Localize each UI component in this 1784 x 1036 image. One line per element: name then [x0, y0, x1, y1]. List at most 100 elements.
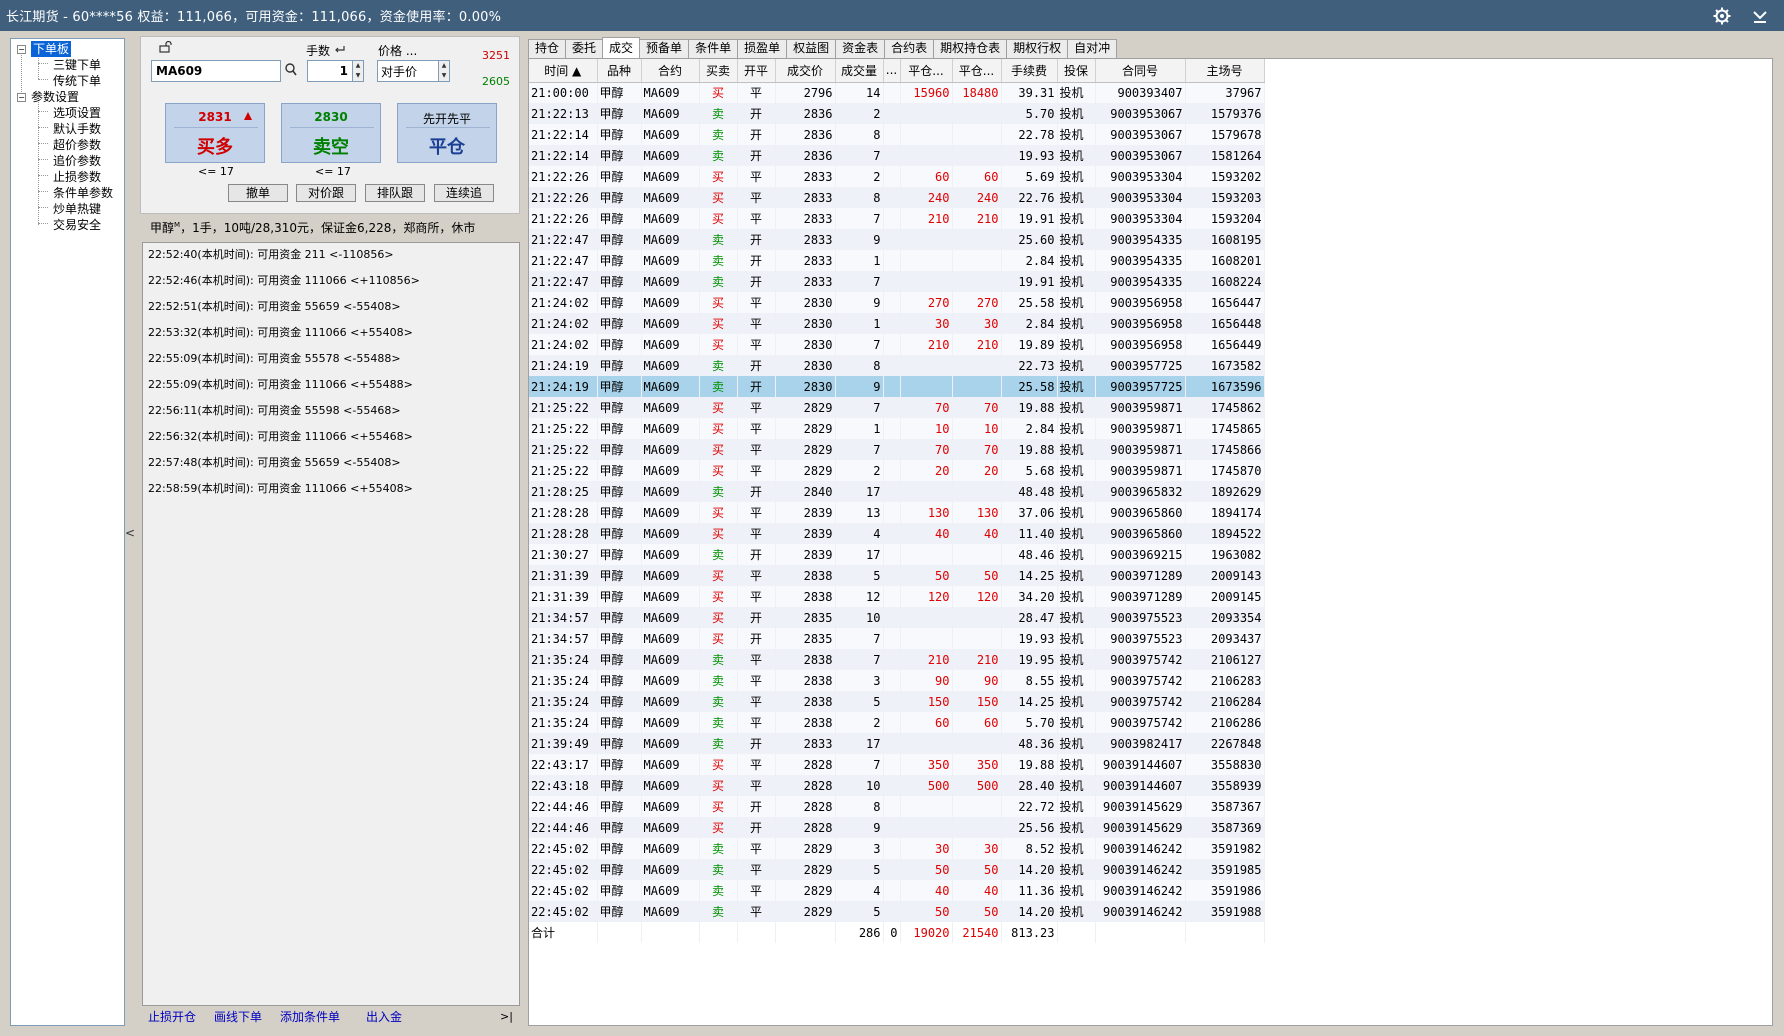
table-row[interactable]: 21:28:25 甲醇 MA609 卖开 2840 17 48.48 投机 9003965832… — [529, 481, 1265, 502]
tab-2[interactable]: 成交 — [602, 37, 641, 58]
follow-queue-price-button[interactable]: 排队跟 — [365, 184, 425, 202]
tree-node-default-qty[interactable]: 默认手数 — [11, 121, 124, 137]
tab-8[interactable]: 合约表 — [884, 39, 935, 58]
price-label[interactable]: 价格 ... — [378, 42, 417, 59]
column-header[interactable]: 品种 — [597, 59, 642, 83]
tab-0[interactable]: 持仓 — [528, 39, 567, 58]
column-header[interactable]: 成交价 — [775, 59, 836, 83]
qty-stepper[interactable]: ▲ ▼ — [352, 60, 364, 82]
stoploss-open-link[interactable]: 止损开仓 — [148, 1008, 196, 1025]
price-mode-select[interactable]: 对手价 — [377, 60, 439, 82]
column-header[interactable]: 合约 — [641, 59, 700, 83]
price-stepper[interactable]: ▲ ▼ — [438, 60, 450, 82]
unlock-icon[interactable] — [159, 40, 173, 56]
follow-counter-price-button[interactable]: 对价跟 — [296, 184, 356, 202]
tree-node-parameter-settings[interactable]: − 参数设置 — [11, 89, 124, 105]
table-row[interactable]: 22:45:02 甲醇 MA609 卖平 2829 5 50 50 14.20 投机 9003914… — [529, 901, 1265, 922]
tree-node-stoploss-params[interactable]: 止损参数 — [11, 169, 124, 185]
contract-input[interactable] — [151, 60, 281, 82]
table-row[interactable]: 21:25:22 甲醇 MA609 买平 2829 7 70 70 19.88 投机 9003959… — [529, 439, 1265, 460]
tree-node-three-key-order[interactable]: 三键下单 — [11, 57, 124, 73]
table-row[interactable]: 21:24:02 甲醇 MA609 买平 2830 1 30 30 2.84 投机 90039569… — [529, 313, 1265, 334]
table-row[interactable]: 21:22:26 甲醇 MA609 买平 2833 7 210 210 19.91 投机 90039… — [529, 208, 1265, 229]
table-row[interactable]: 22:43:17 甲醇 MA609 买平 2828 7 350 350 19.88 投机 90039… — [529, 754, 1265, 775]
tab-11[interactable]: 自对冲 — [1067, 39, 1118, 58]
collapse-icon[interactable]: − — [17, 93, 26, 102]
tab-4[interactable]: 条件单 — [688, 39, 739, 58]
table-row[interactable]: 21:22:13 甲醇 MA609 卖开 2836 2 5.70 投机 9003953067 15… — [529, 103, 1265, 124]
tab-10[interactable]: 期权行权 — [1006, 39, 1069, 58]
panel-splitter[interactable]: < — [125, 38, 135, 1028]
column-header[interactable]: 平仓... — [900, 59, 953, 83]
table-row[interactable]: 21:24:02 甲醇 MA609 买平 2830 7 210 210 19.89 投机 90039… — [529, 334, 1265, 355]
tab-9[interactable]: 期权持仓表 — [933, 39, 1008, 58]
continuous-chase-button[interactable]: 连续追 — [434, 184, 494, 202]
table-row[interactable]: 21:22:14 甲醇 MA609 卖开 2836 7 19.93 投机 9003953067 1… — [529, 145, 1265, 166]
table-row[interactable]: 21:31:39 甲醇 MA609 买平 2838 5 50 50 14.25 投机 9003971… — [529, 565, 1265, 586]
table-row[interactable]: 21:35:24 甲醇 MA609 卖平 2838 5 150 150 14.25 投机 90039… — [529, 691, 1265, 712]
table-row[interactable]: 21:35:24 甲醇 MA609 卖平 2838 7 210 210 19.95 投机 90039… — [529, 649, 1265, 670]
line-order-link[interactable]: 画线下单 — [214, 1008, 262, 1025]
chevron-left-icon[interactable]: < — [125, 526, 135, 540]
table-row[interactable]: 21:31:39 甲醇 MA609 买平 2838 12 120 120 34.20 投机 9003… — [529, 586, 1265, 607]
add-conditional-order-link[interactable]: 添加条件单 — [280, 1008, 340, 1025]
table-row[interactable]: 21:39:49 甲醇 MA609 卖开 2833 17 48.36 投机 9003982417… — [529, 733, 1265, 754]
table-row[interactable]: 21:24:19 甲醇 MA609 卖开 2830 9 25.58 投机 9003957725 1… — [529, 376, 1265, 397]
table-row[interactable]: 21:25:22 甲醇 MA609 买平 2829 7 70 70 19.88 投机 9003959… — [529, 397, 1265, 418]
table-row[interactable]: 21:22:47 甲醇 MA609 卖开 2833 9 25.60 投机 9003954335 1… — [529, 229, 1265, 250]
collapse-icon[interactable]: − — [17, 45, 26, 54]
table-row[interactable]: 21:28:28 甲醇 MA609 买平 2839 13 130 130 37.06 投机 9003… — [529, 502, 1265, 523]
table-row[interactable]: 21:22:14 甲醇 MA609 卖开 2836 8 22.78 投机 9003953067 1… — [529, 124, 1265, 145]
table-row[interactable]: 21:22:26 甲醇 MA609 买平 2833 2 60 60 5.69 投机 90039533… — [529, 166, 1265, 187]
table-row[interactable]: 21:24:02 甲醇 MA609 买平 2830 9 270 270 25.58 投机 90039… — [529, 292, 1265, 313]
table-row[interactable]: 22:44:46 甲醇 MA609 买开 2828 8 22.72 投机 90039145629… — [529, 796, 1265, 817]
table-row[interactable]: 21:22:47 甲醇 MA609 卖开 2833 7 19.91 投机 9003954335 1… — [529, 271, 1265, 292]
table-row[interactable]: 21:35:24 甲醇 MA609 卖平 2838 3 90 90 8.55 投机 90039757… — [529, 670, 1265, 691]
table-row[interactable]: 21:34:57 甲醇 MA609 买开 2835 7 19.93 投机 9003975523 2… — [529, 628, 1265, 649]
tab-1[interactable]: 委托 — [565, 39, 604, 58]
tree-node-conditional-params[interactable]: 条件单参数 — [11, 185, 124, 201]
stepper-down-icon[interactable]: ▼ — [353, 71, 363, 81]
table-row[interactable]: 21:24:19 甲醇 MA609 卖开 2830 8 22.73 投机 9003957725 1… — [529, 355, 1265, 376]
tree-node-order-board[interactable]: − 下单板 — [11, 41, 124, 57]
table-row[interactable]: 21:28:28 甲醇 MA609 买平 2839 4 40 40 11.40 投机 9003965… — [529, 523, 1265, 544]
tree-node-trade-security[interactable]: 交易安全 — [11, 217, 124, 233]
table-row[interactable]: 21:25:22 甲醇 MA609 买平 2829 2 20 20 5.68 投机 90039598… — [529, 460, 1265, 481]
tab-3[interactable]: 预备单 — [639, 39, 690, 58]
search-icon[interactable] — [285, 63, 297, 79]
cancel-order-button[interactable]: 撤单 — [228, 184, 288, 202]
column-header[interactable]: 主场号 — [1185, 59, 1265, 83]
table-row[interactable]: 22:43:18 甲醇 MA609 买平 2828 10 500 500 28.40 投机 9003… — [529, 775, 1265, 796]
buy-long-button[interactable]: 2831 买多 — [165, 103, 265, 163]
column-header[interactable]: 合同号 — [1095, 59, 1186, 83]
table-row[interactable]: 21:34:57 甲醇 MA609 买开 2835 10 28.47 投机 9003975523… — [529, 607, 1265, 628]
stepper-up-icon[interactable]: ▲ — [439, 61, 449, 71]
close-position-button[interactable]: 先开先平 平仓 — [397, 103, 497, 163]
sell-short-button[interactable]: 2830 卖空 — [281, 103, 381, 163]
stepper-down-icon[interactable]: ▼ — [439, 71, 449, 81]
column-header[interactable]: 投保 — [1057, 59, 1096, 83]
column-header[interactable]: 时间 ▲ — [529, 59, 598, 83]
table-row[interactable]: 21:30:27 甲醇 MA609 卖开 2839 17 48.46 投机 9003969215… — [529, 544, 1265, 565]
table-row[interactable]: 22:45:02 甲醇 MA609 卖平 2829 3 30 30 8.52 投机 90039146… — [529, 838, 1265, 859]
column-header[interactable]: 开平 — [737, 59, 776, 83]
tab-6[interactable]: 权益图 — [786, 39, 837, 58]
table-row[interactable]: 22:44:46 甲醇 MA609 买开 2828 9 25.56 投机 90039145629… — [529, 817, 1265, 838]
tree-node-chase-params[interactable]: 追价参数 — [11, 153, 124, 169]
minimize-icon[interactable] — [1750, 6, 1770, 26]
qty-input[interactable] — [307, 60, 353, 82]
table-row[interactable]: 21:22:26 甲醇 MA609 买平 2833 8 240 240 22.76 投机 90039… — [529, 187, 1265, 208]
table-row[interactable]: 21:22:47 甲醇 MA609 卖开 2833 1 2.84 投机 9003954335 16… — [529, 250, 1265, 271]
stepper-up-icon[interactable]: ▲ — [353, 61, 363, 71]
return-icon[interactable] — [334, 44, 346, 58]
deposit-withdraw-link[interactable]: 出入金 — [366, 1008, 402, 1025]
table-row[interactable]: 22:45:02 甲醇 MA609 卖平 2829 5 50 50 14.20 投机 9003914… — [529, 859, 1265, 880]
column-header[interactable]: 平仓... — [952, 59, 1002, 83]
tab-5[interactable]: 损盈单 — [737, 39, 788, 58]
column-header[interactable]: 买卖 — [699, 59, 738, 83]
tree-node-overprice-params[interactable]: 超价参数 — [11, 137, 124, 153]
tab-7[interactable]: 资金表 — [835, 39, 886, 58]
column-header[interactable]: 手续费 — [1001, 59, 1058, 83]
table-row[interactable]: 21:25:22 甲醇 MA609 买平 2829 1 10 10 2.84 投机 90039598… — [529, 418, 1265, 439]
column-header[interactable]: 成交量 — [835, 59, 884, 83]
